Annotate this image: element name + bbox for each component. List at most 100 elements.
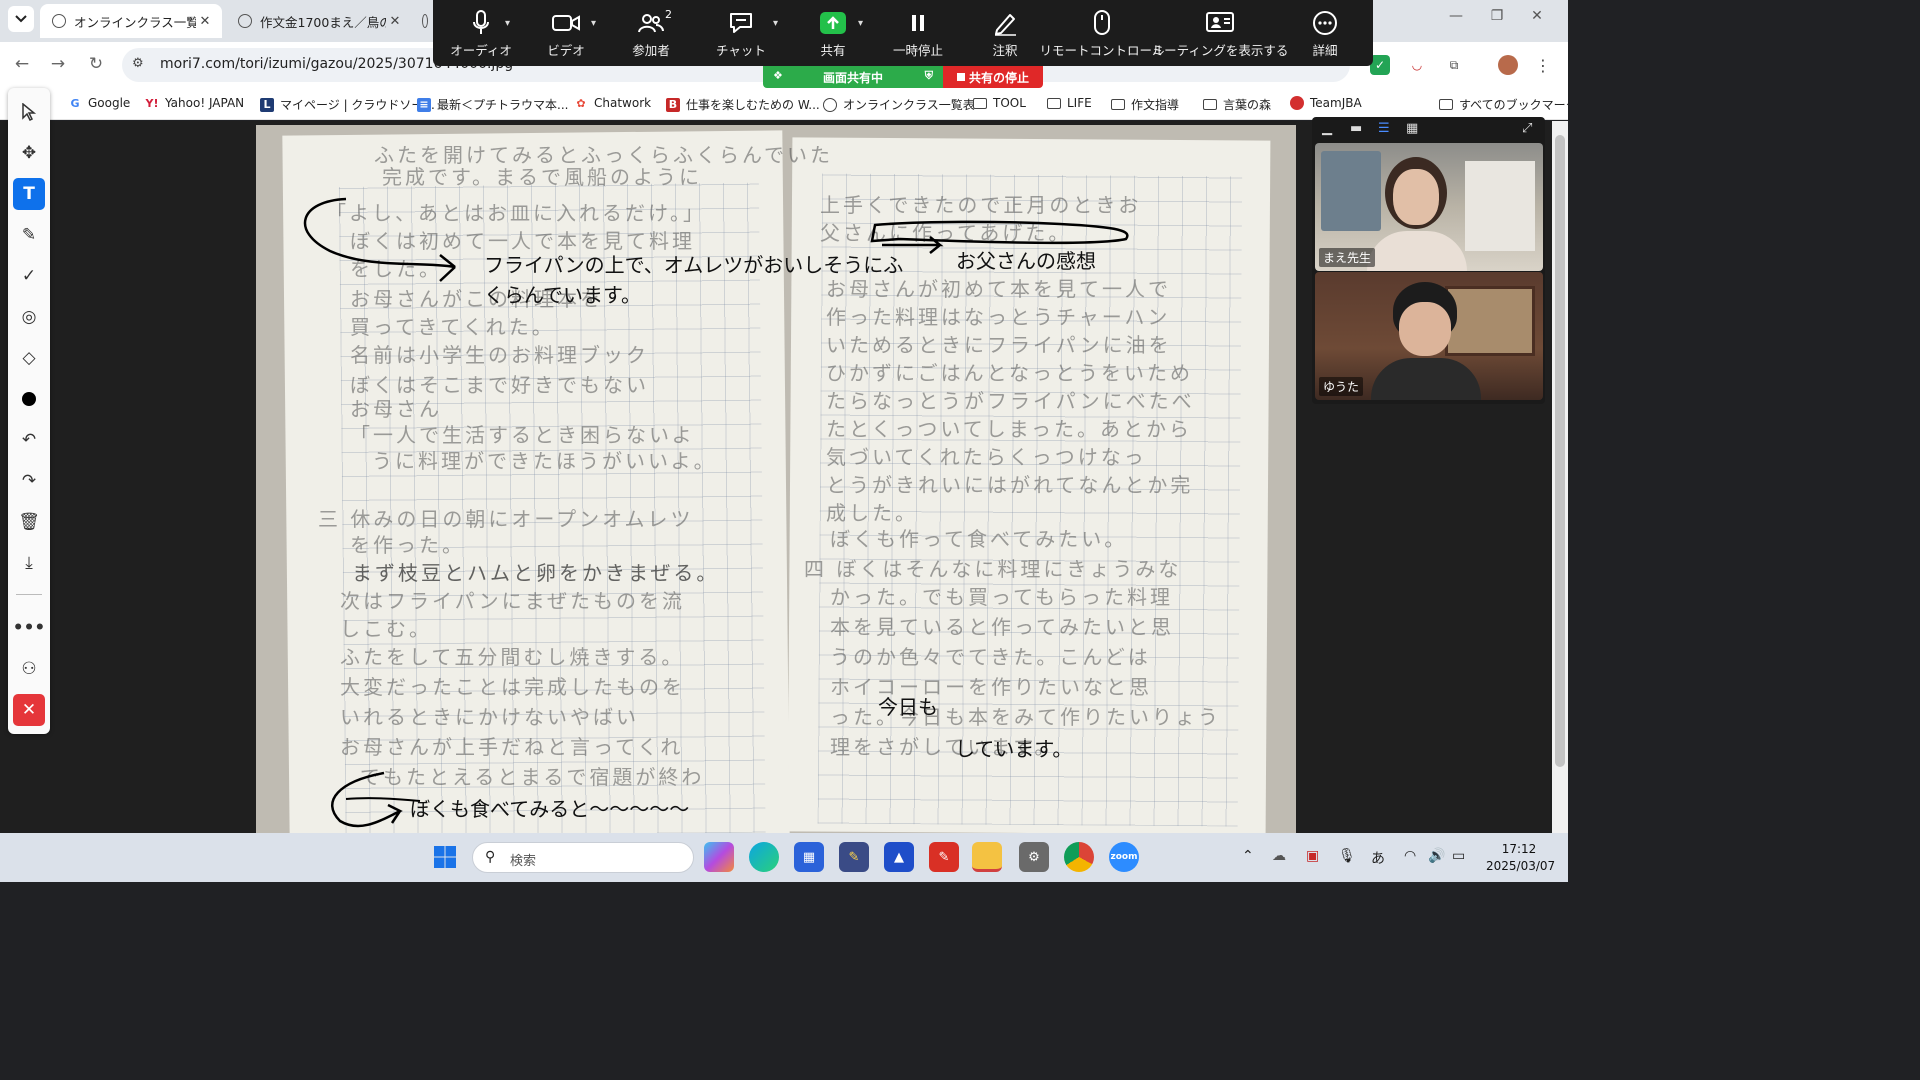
bookmark-yahoo[interactable]: Y! Yahoo! JAPAN xyxy=(145,96,245,110)
chevron-down-icon[interactable]: ▾ xyxy=(505,18,510,29)
extension-pocket-icon[interactable]: ◡ xyxy=(1407,55,1427,75)
annotation-text[interactable]: ぼくも食べてみると〜〜〜〜〜 xyxy=(410,793,689,822)
annotation-text[interactable]: くらんでいます。 xyxy=(484,279,641,308)
bookmark-google[interactable]: G Google xyxy=(68,96,130,110)
annotate-button[interactable]: 注釈 xyxy=(985,6,1025,64)
more-icon[interactable]: ••• xyxy=(13,612,46,644)
store-icon[interactable]: ▦ xyxy=(794,842,824,872)
close-window-icon[interactable]: ✕ xyxy=(1517,8,1557,24)
reload-icon[interactable]: ↻ xyxy=(84,54,108,74)
single-view-icon[interactable]: ▬ xyxy=(1350,121,1362,136)
participant-video-tile[interactable]: ゆうた xyxy=(1315,272,1543,400)
back-icon[interactable]: ← xyxy=(10,54,34,74)
share-button[interactable]: 共有 xyxy=(813,6,853,64)
strip-view-icon[interactable]: ☰ xyxy=(1378,121,1390,136)
profile-avatar[interactable] xyxy=(1498,55,1518,75)
zoom-icon[interactable]: zoom xyxy=(1109,842,1139,872)
move-tool-icon[interactable]: ✥ xyxy=(13,137,45,169)
edge-icon[interactable] xyxy=(749,842,779,872)
request-control-icon[interactable]: ⚇ xyxy=(13,653,45,685)
minimize-icon[interactable]: — xyxy=(1436,8,1476,24)
select-tool-icon[interactable] xyxy=(13,96,45,128)
wifi-icon[interactable]: ◠ xyxy=(1404,848,1416,864)
tray-overflow-icon[interactable]: ⌃ xyxy=(1242,848,1254,864)
tab-title: 作文金1700まえ／鳥の xyxy=(260,14,386,30)
extensions-puzzle-icon[interactable]: ⧉ xyxy=(1444,55,1464,75)
copilot-icon[interactable] xyxy=(704,842,734,872)
onedrive-icon[interactable]: ☁ xyxy=(1272,848,1286,864)
close-icon[interactable]: ✕ xyxy=(196,14,214,29)
page-scrollbar[interactable] xyxy=(1552,121,1568,833)
eraser-icon[interactable]: ◇ xyxy=(13,342,45,374)
acrobat-icon[interactable]: ✎ xyxy=(929,842,959,872)
forward-icon[interactable]: → xyxy=(46,54,70,74)
ime-indicator[interactable]: あ xyxy=(1371,848,1385,868)
windows-start-icon[interactable] xyxy=(430,842,460,872)
bookmark-all[interactable]: すべてのブックマーク xyxy=(1439,96,1568,113)
more-button[interactable]: 詳細 xyxy=(1307,6,1343,64)
bookmark-teamjba[interactable]: TeamJBA xyxy=(1290,96,1362,110)
close-annotation-icon[interactable]: ✕ xyxy=(13,694,45,726)
expand-icon[interactable]: ⤢ xyxy=(1522,121,1532,136)
browser-tab[interactable]: オンラインクラス一覧表 ✕ xyxy=(40,4,222,38)
photos-icon[interactable]: ▲ xyxy=(884,842,914,872)
battery-icon[interactable]: ▭ xyxy=(1452,848,1465,864)
participant-video-tile[interactable]: まえ先生 xyxy=(1315,143,1543,271)
bookmark-docs[interactable]: ≡ 最新＜プチトラウマ本... xyxy=(417,96,568,113)
bookmark-folder-kotoba[interactable]: 言葉の森 xyxy=(1203,96,1271,113)
button-label: ミーティングを表示する xyxy=(1151,43,1289,58)
bookmark-label: TeamJBA xyxy=(1310,96,1362,110)
scrollbar-thumb[interactable] xyxy=(1555,135,1565,767)
annotation-text[interactable]: しています。 xyxy=(955,733,1072,762)
extension-check-icon[interactable]: ✓ xyxy=(1370,55,1390,75)
redo-icon[interactable]: ↷ xyxy=(13,465,45,497)
annotation-text[interactable]: お父さんの感想 xyxy=(956,245,1096,274)
tray-app-icon[interactable]: ▣ xyxy=(1306,848,1319,864)
close-icon[interactable]: ✕ xyxy=(386,14,404,29)
spotlight-icon[interactable]: ◎ xyxy=(13,301,45,333)
stop-share-button[interactable]: 共有の停止 xyxy=(943,66,1043,88)
remote-control-button[interactable]: リモートコントロール xyxy=(1040,6,1165,64)
bookmark-chatwork[interactable]: ✿ Chatwork xyxy=(574,96,651,110)
system-clock[interactable]: 17:12 2025/03/07 xyxy=(1486,841,1555,875)
chat-button[interactable]: チャット xyxy=(713,6,769,64)
explorer-app-icon[interactable]: ✎ xyxy=(839,842,869,872)
volume-icon[interactable]: 🔊 xyxy=(1428,848,1445,864)
bookmark-folder-writing[interactable]: 作文指導 xyxy=(1111,96,1179,113)
bookmark-online-class[interactable]: オンラインクラス一覧表 xyxy=(823,96,975,113)
chevron-down-icon[interactable]: ▾ xyxy=(591,18,596,29)
pause-share-button[interactable]: 一時停止 xyxy=(889,6,947,64)
browser-menu-icon[interactable]: ⋮ xyxy=(1533,55,1553,75)
show-meeting-button[interactable]: ミーティングを表示する xyxy=(1152,6,1288,64)
undo-icon[interactable]: ↶ xyxy=(13,424,45,456)
annotation-text[interactable]: フライパンの上で、オムレツがおいしそうにふ xyxy=(484,249,903,278)
restore-icon[interactable]: ❐ xyxy=(1477,8,1517,24)
mic-tray-icon[interactable]: 🎙 xyxy=(1338,848,1356,864)
chrome-icon[interactable] xyxy=(1064,842,1094,872)
text-tool-icon[interactable]: T xyxy=(13,178,45,210)
trash-icon[interactable]: 🗑 xyxy=(13,506,45,538)
video-button[interactable]: ビデオ xyxy=(543,6,589,64)
bookmark-b[interactable]: B 仕事を楽しむための W... xyxy=(666,96,820,113)
minimize-panel-icon[interactable]: ▁ xyxy=(1322,121,1332,136)
gallery-view-icon[interactable]: ▦ xyxy=(1406,121,1418,136)
drag-handle-icon[interactable]: ❖ xyxy=(773,69,783,82)
save-download-icon[interactable]: ⤓ xyxy=(13,547,45,579)
stamp-check-icon[interactable]: ✓ xyxy=(13,260,45,292)
chevron-down-icon[interactable]: ▾ xyxy=(773,18,778,29)
chevron-down-icon[interactable]: ▾ xyxy=(858,18,863,29)
file-explorer-icon[interactable] xyxy=(972,842,1002,872)
settings-icon[interactable]: ⚙ xyxy=(1019,842,1049,872)
background-cabinet xyxy=(1445,286,1535,356)
bookmark-folder-life[interactable]: LIFE xyxy=(1047,96,1092,110)
taskbar-search[interactable]: ⚲ 検索 xyxy=(472,842,694,873)
color-picker-icon[interactable] xyxy=(13,383,45,415)
annotation-text[interactable]: 今日も xyxy=(878,691,938,720)
bookmark-lancers[interactable]: L マイページ | クラウドソー... xyxy=(260,96,435,113)
bookmark-folder-tool[interactable]: TOOL xyxy=(973,96,1026,110)
tab-search-button[interactable] xyxy=(8,6,34,32)
pen-tool-icon[interactable]: ✎ xyxy=(13,219,45,251)
browser-tab[interactable]: 作文金1700まえ／鳥の ✕ xyxy=(226,4,412,38)
site-info-icon[interactable]: ⚙ xyxy=(132,56,144,71)
audio-button[interactable]: オーディオ xyxy=(450,6,512,64)
